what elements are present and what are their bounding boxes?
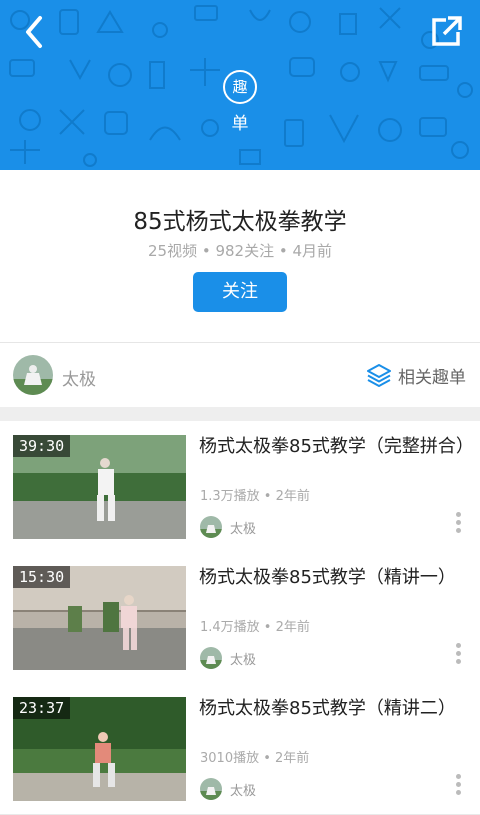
external-link-icon: [432, 16, 462, 46]
video-thumbnail[interactable]: 39:30: [13, 435, 186, 539]
layers-icon: [367, 364, 391, 387]
video-duration: 23:37: [13, 697, 71, 719]
author-row: 太极 相关趣单: [0, 342, 480, 407]
chevron-left-icon: [26, 16, 42, 48]
video-author: 太极: [230, 653, 257, 668]
share-button[interactable]: [426, 12, 466, 52]
video-meta: 3010播放 • 2年前: [200, 751, 310, 766]
video-author: 太极: [230, 784, 257, 799]
video-meta: 1.4万播放 • 2年前: [200, 620, 310, 635]
author-name[interactable]: 太极: [62, 365, 96, 390]
badge-char: 趣: [223, 70, 257, 104]
follow-button[interactable]: 关注: [193, 272, 287, 312]
video-thumbnail[interactable]: 15:30: [13, 566, 186, 670]
video-meta: 1.3万播放 • 2年前: [200, 489, 310, 504]
list-item[interactable]: 15:30 杨式太极拳85式教学（精讲一） 1.4万播放 • 2年前 太极: [0, 552, 480, 684]
header-banner: 趣 单: [0, 0, 480, 170]
video-title[interactable]: 杨式太极拳85式教学（精讲二）: [199, 697, 471, 721]
related-label: 相关趣单: [398, 367, 466, 388]
avatar[interactable]: [13, 355, 53, 395]
more-options-icon[interactable]: [454, 643, 462, 669]
video-thumbnail[interactable]: 23:37: [13, 697, 186, 801]
related-playlists-button[interactable]: 相关趣单: [366, 361, 466, 389]
video-author: 太极: [230, 522, 257, 537]
video-title[interactable]: 杨式太极拳85式教学（完整拼合）: [199, 435, 474, 459]
playlist-info: 85式杨式太极拳教学 25视频 • 982关注 • 4月前 关注: [0, 170, 480, 342]
avatar: [200, 516, 222, 538]
list-item[interactable]: 23:37 杨式太极拳85式教学（精讲二） 3010播放 • 2年前 太极: [0, 683, 480, 815]
badge-label: 单: [231, 114, 249, 134]
video-duration: 15:30: [13, 566, 71, 588]
video-duration: 39:30: [13, 435, 71, 457]
playlist-title: 85式杨式太极拳教学: [133, 209, 347, 235]
more-options-icon[interactable]: [454, 774, 462, 800]
avatar: [200, 778, 222, 800]
avatar: [200, 647, 222, 669]
list-item[interactable]: 39:30 杨式太极拳85式教学（完整拼合） 1.3万播放 • 2年前 太极: [0, 421, 480, 553]
playlist-meta: 25视频 • 982关注 • 4月前: [147, 242, 333, 260]
video-title[interactable]: 杨式太极拳85式教学（精讲一）: [199, 566, 471, 590]
more-options-icon[interactable]: [454, 512, 462, 538]
playlist-badge: 趣 单: [0, 70, 480, 134]
back-button[interactable]: [14, 12, 54, 52]
divider: [0, 407, 480, 421]
